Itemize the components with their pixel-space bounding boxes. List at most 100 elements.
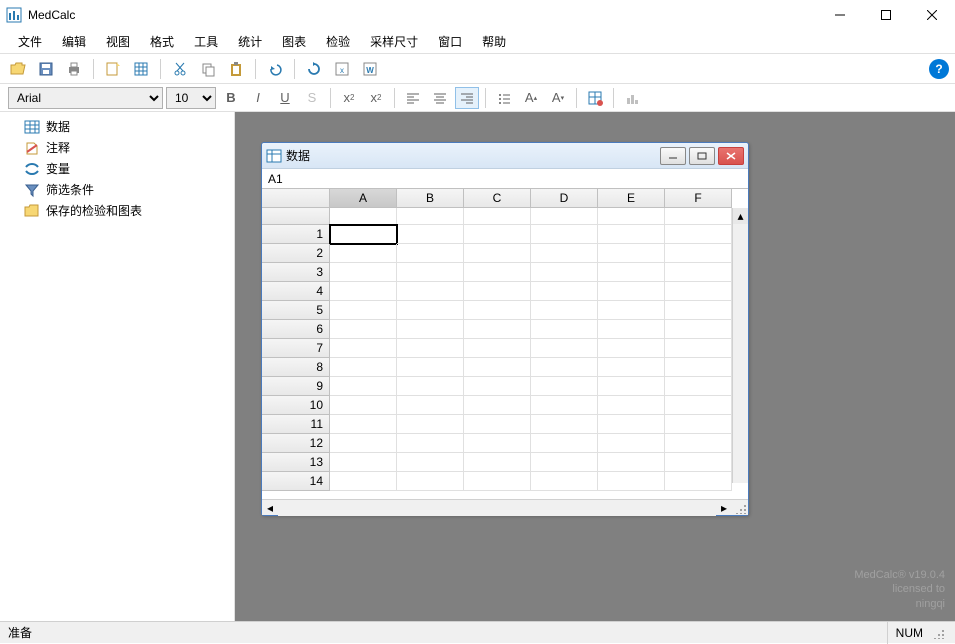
grid-cell[interactable] (598, 415, 665, 434)
resize-grip-icon[interactable] (735, 502, 747, 514)
font-size-select[interactable]: 10 (166, 87, 216, 109)
grid-cell[interactable] (665, 358, 732, 377)
underline-button[interactable]: U (273, 87, 297, 109)
row-header[interactable]: 7 (262, 339, 330, 358)
grid-cell[interactable] (397, 282, 464, 301)
grid-cell[interactable] (330, 320, 397, 339)
grid-cell[interactable] (665, 453, 732, 472)
grid-cell[interactable] (531, 301, 598, 320)
column-header[interactable]: A (330, 189, 397, 208)
grid-cell[interactable] (531, 358, 598, 377)
grid-cell[interactable] (531, 244, 598, 263)
menu-window[interactable]: 窗口 (428, 30, 472, 54)
grid-cell[interactable] (665, 415, 732, 434)
grid-cell[interactable] (665, 434, 732, 453)
grid-cell[interactable] (665, 396, 732, 415)
scroll-right-icon[interactable]: ▸ (716, 500, 732, 516)
grid-cell[interactable] (330, 377, 397, 396)
bold-button[interactable]: B (219, 87, 243, 109)
horizontal-scrollbar[interactable]: ◂ ▸ (262, 499, 748, 515)
select-all-corner[interactable] (262, 189, 330, 208)
increase-font-button[interactable]: A▴ (519, 87, 543, 109)
strikethrough-button[interactable]: S (300, 87, 324, 109)
grid-cell[interactable] (598, 358, 665, 377)
grid-cell[interactable] (464, 339, 531, 358)
paste-button[interactable] (224, 57, 248, 81)
grid-cell[interactable] (598, 320, 665, 339)
grid-cell[interactable] (531, 320, 598, 339)
row-header[interactable]: 14 (262, 472, 330, 491)
grid-cell[interactable] (397, 358, 464, 377)
grid-cell[interactable] (598, 301, 665, 320)
scroll-up-icon[interactable]: ▴ (733, 208, 748, 224)
grid-cell[interactable] (665, 225, 732, 244)
align-right-button[interactable] (455, 87, 479, 109)
grid-cell[interactable] (464, 434, 531, 453)
grid-cell[interactable] (665, 244, 732, 263)
help-button[interactable]: ? (929, 59, 949, 79)
grid-cell[interactable] (464, 282, 531, 301)
grid-cell[interactable] (397, 301, 464, 320)
row-header[interactable]: 12 (262, 434, 330, 453)
grid-cell[interactable] (598, 263, 665, 282)
grid-cell[interactable] (464, 415, 531, 434)
grid-cell[interactable] (464, 377, 531, 396)
grid-cell[interactable] (598, 396, 665, 415)
grid-cell[interactable] (464, 244, 531, 263)
grid-cell[interactable] (397, 263, 464, 282)
export-word-button[interactable]: W (358, 57, 382, 81)
grid-cell[interactable] (330, 415, 397, 434)
menu-charts[interactable]: 图表 (272, 30, 316, 54)
menu-view[interactable]: 视图 (96, 30, 140, 54)
grid-cell[interactable] (330, 225, 397, 244)
grid-cell[interactable] (598, 472, 665, 491)
column-header[interactable]: E (598, 189, 665, 208)
row-header[interactable]: 4 (262, 282, 330, 301)
grid-cell[interactable] (531, 434, 598, 453)
grid-cell[interactable] (464, 396, 531, 415)
undo-button[interactable] (263, 57, 287, 81)
data-window-title-bar[interactable]: 数据 (262, 143, 748, 169)
column-header[interactable]: C (464, 189, 531, 208)
grid-cell[interactable] (397, 339, 464, 358)
grid-cell[interactable] (464, 358, 531, 377)
grid-cell[interactable] (330, 453, 397, 472)
window-minimize-button[interactable] (817, 0, 863, 30)
row-header[interactable]: 3 (262, 263, 330, 282)
grid-cell[interactable] (598, 244, 665, 263)
grid-cell[interactable] (397, 225, 464, 244)
superscript-button[interactable]: x2 (364, 87, 388, 109)
data-window-maximize-button[interactable] (689, 147, 715, 165)
sidebar-item-saved[interactable]: 保存的检验和图表 (6, 200, 234, 221)
row-header[interactable]: 9 (262, 377, 330, 396)
grid-cell[interactable] (330, 339, 397, 358)
menu-tests[interactable]: 检验 (316, 30, 360, 54)
row-header[interactable]: 2 (262, 244, 330, 263)
table-format-button[interactable] (583, 87, 607, 109)
new-sheet-button[interactable] (101, 57, 125, 81)
grid-cell[interactable] (397, 320, 464, 339)
font-family-select[interactable]: Arial (8, 87, 163, 109)
grid-cell[interactable] (665, 282, 732, 301)
data-window-close-button[interactable] (718, 147, 744, 165)
grid-cell[interactable] (330, 358, 397, 377)
grid-cell[interactable] (330, 396, 397, 415)
sidebar-item-variables[interactable]: 变量 (6, 158, 234, 179)
grid-cell[interactable] (464, 263, 531, 282)
grid-cell[interactable] (531, 396, 598, 415)
subscript-button[interactable]: x2 (337, 87, 361, 109)
grid-cell[interactable] (598, 453, 665, 472)
print-button[interactable] (62, 57, 86, 81)
menu-stats[interactable]: 统计 (228, 30, 272, 54)
chart-format-button[interactable] (620, 87, 644, 109)
grid-cell[interactable] (665, 301, 732, 320)
menu-tools[interactable]: 工具 (184, 30, 228, 54)
column-header[interactable]: B (397, 189, 464, 208)
grid-cell[interactable] (531, 415, 598, 434)
grid-cell[interactable] (665, 263, 732, 282)
row-header[interactable]: 13 (262, 453, 330, 472)
grid-cell[interactable] (397, 244, 464, 263)
refresh-button[interactable] (302, 57, 326, 81)
data-window-minimize-button[interactable] (660, 147, 686, 165)
grid-cell[interactable] (531, 377, 598, 396)
